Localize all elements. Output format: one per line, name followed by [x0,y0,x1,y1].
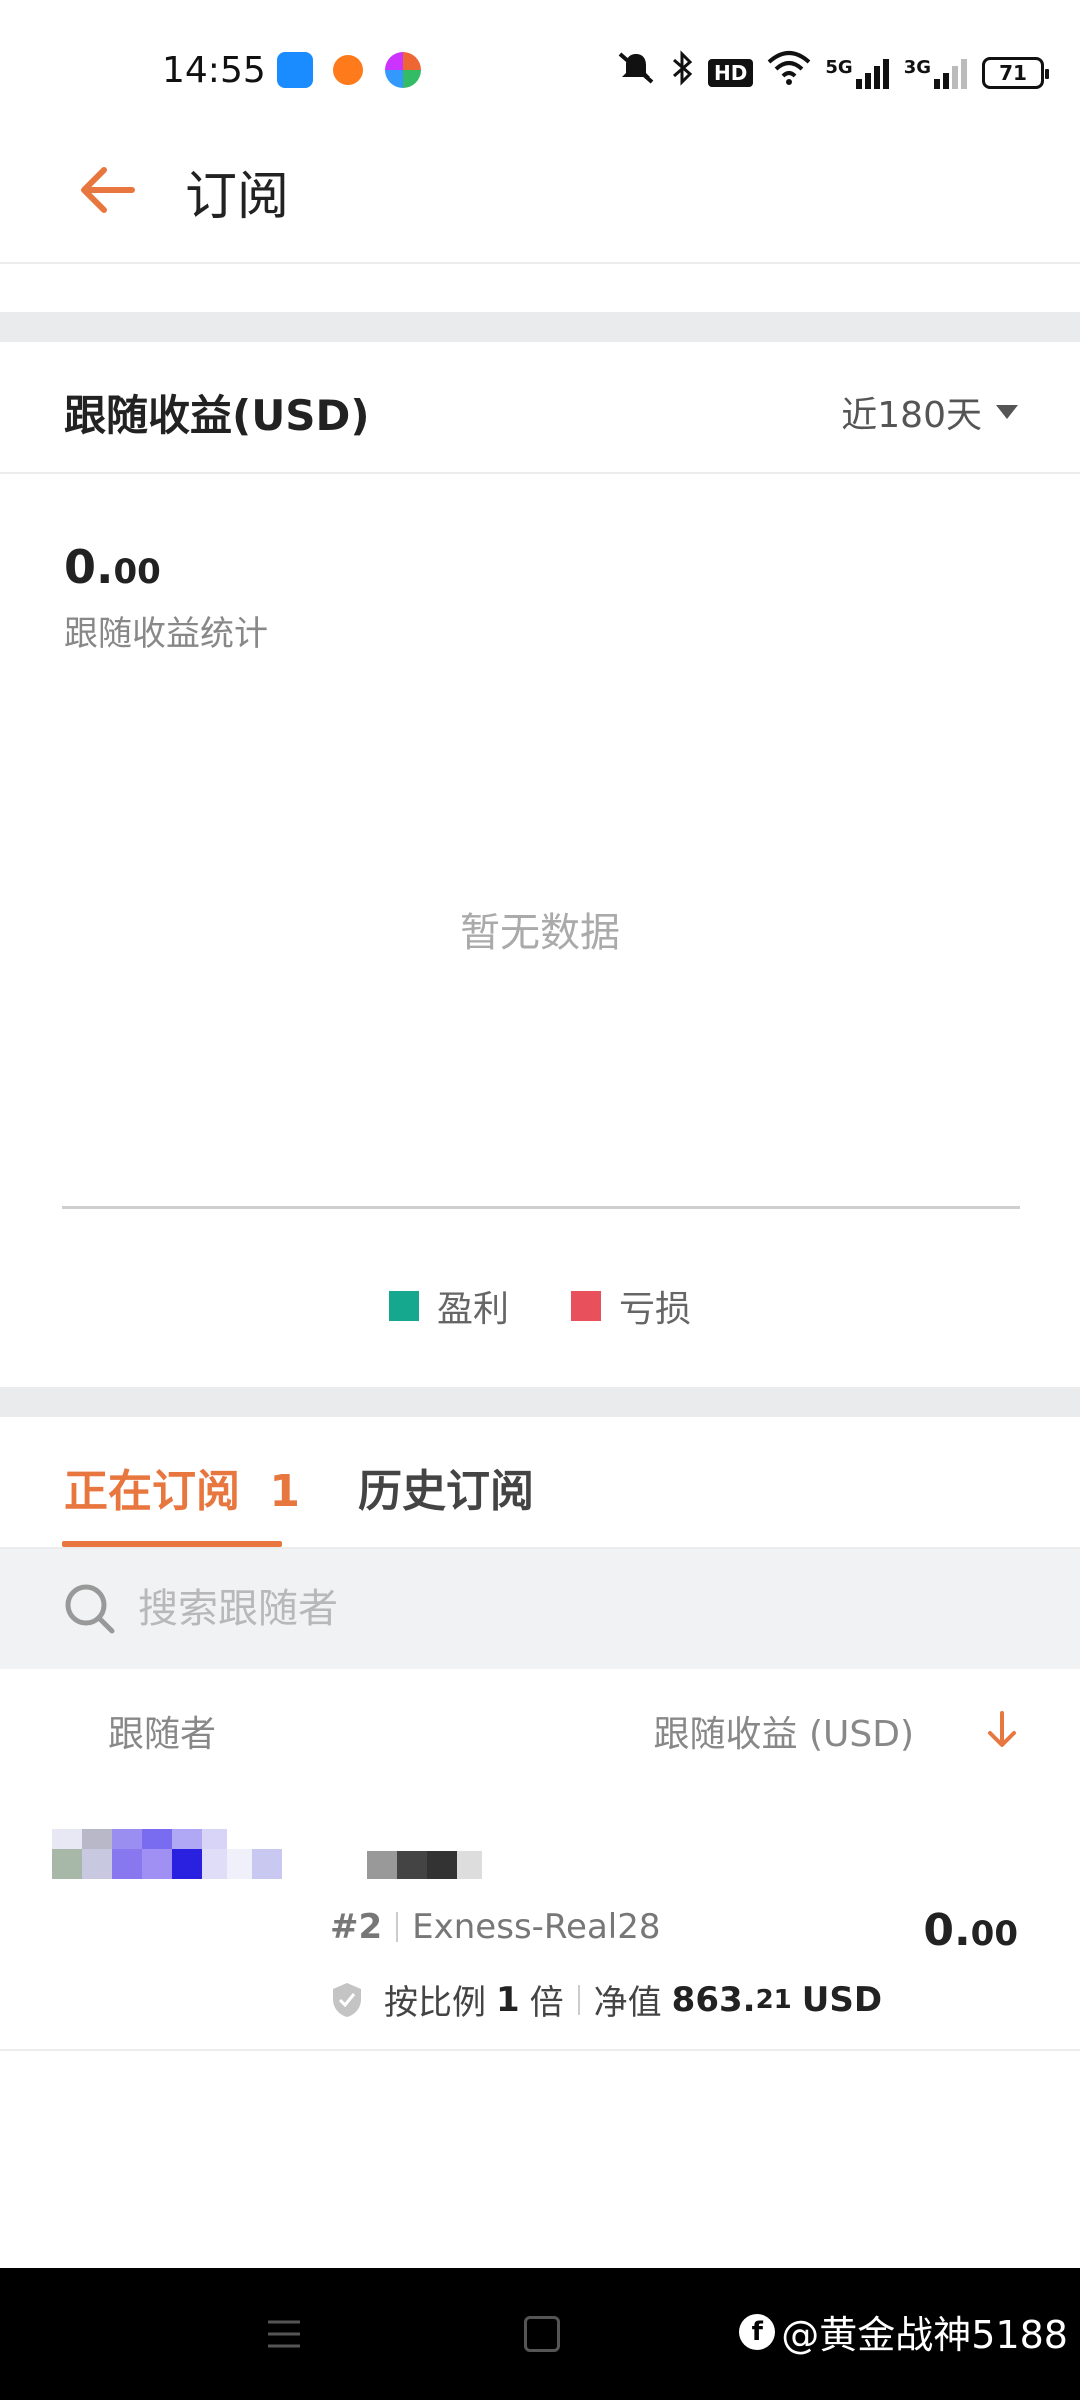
earnings-stat-label: 跟随收益统计 [64,614,268,654]
col-earnings-header[interactable]: 跟随收益 (USD) [654,1705,914,1757]
subscription-tabs: 正在订阅 1 历史订阅 [0,1417,1080,1549]
list-item[interactable]: #2 Exness-Real28 0.00 按比例 1 倍 净值 863. 21 … [0,1789,1080,2051]
row-earnings-int: 0. [923,1905,971,1956]
earnings-total: 0.00 [64,540,161,594]
divider [577,1984,580,2015]
signal-5g-label: 5G [825,56,853,78]
app-notification-icon-3 [385,52,421,88]
status-bar: 14:55 HD 5G 3G 71 [0,0,1080,116]
earnings-card-header: 跟随收益(USD) 近180天 [0,342,1080,474]
tab-active-count: 1 [269,1466,300,1517]
signal-5g-icon: 5G [825,57,889,89]
watermark: f @黄金战神5188 [739,2304,1068,2359]
wifi-icon [767,50,811,95]
legend-profit-swatch [388,1291,419,1321]
bluetooth-icon [670,50,694,95]
home-icon[interactable] [524,2316,560,2352]
menu-icon[interactable] [266,2316,302,2352]
app-notification-icon-1 [277,52,313,88]
row-mode-suffix: 倍 [529,1983,564,2023]
legend-loss-label: 亏损 [619,1289,692,1330]
tab-history-label: 历史订阅 [358,1466,534,1517]
row-equity-label: 净值 [593,1983,662,2023]
watermark-logo-icon: f [739,2313,776,2350]
divider [396,1912,399,1942]
legend-profit: 盈利 [388,1280,509,1332]
system-nav-bar: f @黄金战神5188 [0,2268,1080,2400]
row-account-info: #2 Exness-Real28 [330,1907,660,1947]
row-equity-dec: 21 [755,1984,792,2015]
status-time: 14:55 [162,50,266,91]
signal-3g-label: 3G [903,56,931,78]
earnings-total-dec: 00 [113,552,161,592]
battery-icon: 71 [982,56,1049,89]
row-account: Exness-Real28 [412,1907,661,1947]
search-bar [0,1549,1080,1669]
row-earnings: 0.00 [923,1905,1018,1956]
follower-name-redacted [52,1829,482,1879]
list-header: 跟随者 跟随收益 (USD) [0,1669,1080,1789]
hd-icon: HD [708,58,754,87]
signal-3g-icon: 3G [904,57,968,89]
caret-down-icon [996,405,1018,419]
range-label: 近180天 [841,395,982,436]
page-title: 订阅 [185,167,290,227]
back-arrow-icon[interactable] [76,158,140,222]
chart-legend: 盈利 亏损 [0,1280,1080,1332]
search-icon [62,1581,118,1637]
section-divider-2 [0,1387,1080,1417]
no-data-text: 暂无数据 [460,910,620,956]
legend-loss-swatch [571,1291,601,1321]
col-follower-header: 跟随者 [108,1714,217,1755]
mute-icon [616,50,656,95]
row-mode-prefix: 按比例 [384,1983,486,2023]
earnings-title: 跟随收益(USD) [64,391,370,440]
earnings-total-int: 0. [64,540,114,594]
status-icons: HD 5G 3G 71 [616,50,1049,95]
row-rank: #2 [330,1907,383,1947]
app-header: 订阅 [0,116,1080,264]
tab-history-subscriptions[interactable]: 历史订阅 [358,1455,534,1519]
row-equity-int: 863. [671,1979,756,2020]
row-multiplier: 1 [496,1979,520,2020]
sort-arrow-down-icon[interactable] [982,1707,1022,1751]
watermark-text: @黄金战神5188 [781,2313,1068,2357]
range-dropdown[interactable]: 近180天 [841,386,1018,438]
legend-profit-label: 盈利 [436,1289,509,1330]
tab-active-indicator [62,1541,282,1547]
row-earnings-dec: 00 [970,1914,1018,1954]
tab-active-subscriptions[interactable]: 正在订阅 1 [62,1455,300,1547]
chart-baseline [62,1206,1020,1209]
shield-icon [333,1982,361,2017]
tab-active-label: 正在订阅 [64,1466,240,1517]
row-meta: 按比例 1 倍 净值 863. 21 USD [330,1975,882,2024]
search-input[interactable] [138,1581,1018,1637]
section-divider [0,312,1080,342]
row-currency: USD [801,1979,883,2020]
legend-loss: 亏损 [571,1280,691,1332]
app-notification-icon-2 [333,55,363,85]
